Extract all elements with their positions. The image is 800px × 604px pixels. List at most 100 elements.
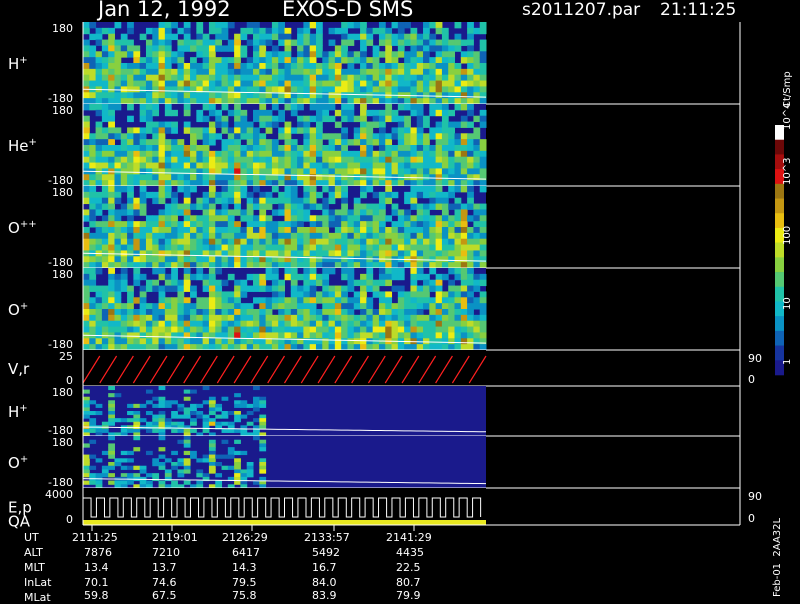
spectrogram-cell — [171, 209, 178, 216]
spectrogram-cell — [114, 227, 122, 234]
spectrogram-cell — [215, 80, 223, 87]
spectrogram-cell — [234, 203, 241, 210]
spectrogram-cell — [328, 139, 336, 146]
spectrogram-cell — [101, 320, 109, 328]
spectrogram-cell — [240, 279, 248, 287]
spectrogram-cell — [259, 238, 267, 246]
spectrogram-cell — [454, 338, 462, 345]
spectrogram-cell — [460, 156, 468, 164]
spectrogram-cell — [127, 74, 134, 82]
spectrogram-cell — [284, 227, 292, 234]
spectrogram-cell — [378, 215, 386, 222]
spectrogram-cell — [360, 162, 367, 169]
spectrogram-cell — [234, 256, 241, 263]
spectrogram-cell — [164, 39, 172, 46]
spectrogram-cell — [353, 326, 361, 333]
spectrogram-cell — [435, 22, 443, 29]
spectrogram-cell — [353, 57, 361, 64]
spectrogram-cell — [95, 39, 103, 46]
spectrogram-cell — [315, 297, 323, 304]
spectrogram-cell — [83, 465, 90, 470]
spectrogram-cell — [114, 51, 122, 58]
spectrogram-cell — [410, 162, 418, 169]
spectrogram-cell — [158, 162, 166, 169]
spectrogram-cell — [322, 197, 330, 205]
spectrogram-cell — [353, 238, 361, 246]
spectrogram-cell — [271, 186, 279, 193]
spectrogram-cell — [171, 168, 178, 175]
spectrogram-cell — [133, 221, 141, 228]
spectrogram-cell — [208, 209, 216, 216]
spectrogram-cell — [397, 332, 405, 339]
spectrogram-cell — [202, 238, 210, 246]
spectrogram-cell — [108, 320, 115, 328]
spectrogram-cell — [385, 57, 393, 64]
spectrogram-cell — [202, 279, 210, 287]
inlat-value: 79.5 — [232, 576, 257, 589]
spectrogram-cell — [139, 92, 147, 99]
spectrogram-cell — [145, 92, 153, 99]
spectrogram-cell — [234, 209, 241, 216]
spectrogram-cell — [164, 51, 172, 58]
spectrogram-cell — [360, 45, 367, 52]
spectrogram-cell — [454, 250, 462, 257]
spectrogram-cell — [240, 332, 248, 339]
spectrogram-cell — [385, 115, 393, 123]
spectrogram-cell — [309, 250, 317, 257]
spectrogram-cell — [372, 162, 380, 169]
spectrogram-cell — [164, 303, 172, 310]
spectrogram-cell — [448, 221, 456, 228]
spectrogram-cell — [89, 268, 97, 275]
spectrogram-cell — [416, 133, 424, 140]
spectrogram-cell — [353, 332, 361, 339]
spectrogram-cell — [322, 227, 330, 234]
spectrogram-cell — [328, 80, 336, 87]
spectrogram-cell — [196, 297, 204, 304]
spectrogram-cell — [435, 109, 443, 117]
spectrogram-cell — [215, 338, 223, 345]
spectrogram-cell — [127, 27, 134, 35]
spectrogram-cell — [265, 221, 273, 228]
spectrogram-cell — [253, 51, 260, 58]
spectrogram-cell — [328, 86, 336, 93]
spectrogram-cell — [265, 314, 273, 322]
spectrogram-cell — [410, 250, 418, 257]
spectrogram-cell — [127, 403, 134, 408]
spectrogram-cell — [227, 421, 235, 426]
spectrogram-cell — [120, 174, 128, 181]
spectrogram-cell — [303, 156, 311, 164]
spectrogram-cell — [145, 428, 153, 433]
spectrogram-cell — [221, 338, 229, 345]
spectrogram-cell — [164, 418, 172, 423]
spectrogram-cell — [246, 332, 254, 339]
spectrogram-cell — [101, 57, 109, 64]
spectrogram-cell — [360, 127, 367, 134]
spectrogram-cell — [353, 115, 361, 123]
spectrogram-cell — [404, 22, 411, 29]
spectrogram-cell — [416, 150, 424, 158]
spectrogram-cell — [196, 156, 204, 164]
spectrogram-cell — [183, 39, 191, 46]
spectrogram-cell — [133, 145, 141, 152]
spectrogram-cell — [429, 250, 437, 257]
spectrogram-cell — [391, 74, 399, 82]
spectrogram-cell — [177, 232, 185, 240]
spectrogram-cell — [259, 232, 267, 240]
spectrogram-cell — [164, 400, 172, 405]
spectrogram-cell — [164, 250, 172, 257]
spectrogram-cell — [183, 232, 191, 240]
spectrogram-cell — [183, 428, 191, 433]
spectrogram-cell — [108, 215, 115, 222]
spectrogram-cell — [460, 162, 468, 169]
mlt-value: 13.4 — [84, 561, 109, 574]
spectrogram-cell — [240, 27, 248, 35]
spectrogram-cell — [360, 150, 367, 158]
spectrogram-cell — [221, 291, 229, 298]
spectrogram-cell — [441, 221, 449, 228]
spectrogram-cell — [303, 232, 311, 240]
spectrogram-cell — [315, 139, 323, 146]
spectrogram-cell — [158, 80, 166, 87]
spectrogram-cell — [95, 127, 103, 134]
spectrogram-cell — [171, 279, 178, 287]
spectrogram-cell — [423, 291, 430, 298]
